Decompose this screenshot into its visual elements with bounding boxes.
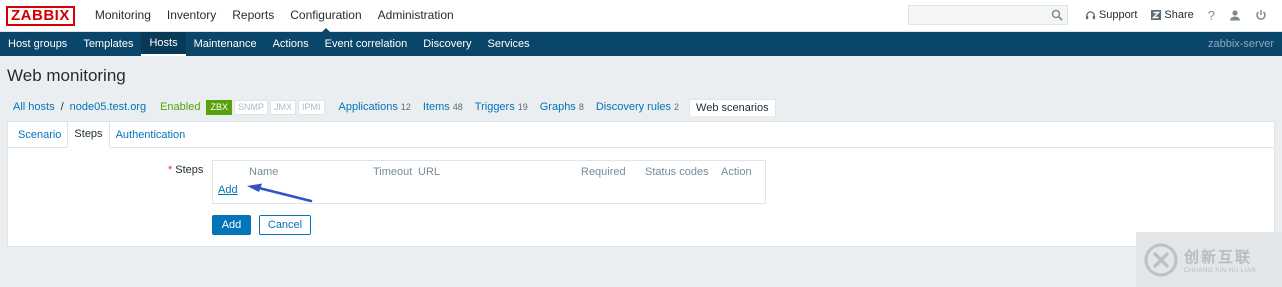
submenu-event-correlation[interactable]: Event correlation <box>317 32 416 56</box>
tab-authentication[interactable]: Authentication <box>110 123 192 147</box>
help-icon[interactable]: ? <box>1208 8 1215 23</box>
watermark-brand: 创新互联 <box>1184 248 1253 266</box>
menu-monitoring[interactable]: Monitoring <box>87 0 159 32</box>
main-menu: Monitoring Inventory Reports Configurati… <box>87 0 462 33</box>
items-count: 48 <box>452 102 463 112</box>
user-icon <box>1230 10 1240 21</box>
badge-jmx: JMX <box>270 99 296 115</box>
host-navigation: All hosts / node05.test.org Enabled ZBX … <box>7 98 776 116</box>
host-status[interactable]: Enabled <box>152 101 206 113</box>
host-link[interactable]: node05.test.org <box>64 101 152 113</box>
support-link[interactable]: Support <box>1085 9 1138 21</box>
triggers-link[interactable]: Triggers 19 <box>469 101 534 113</box>
power-icon <box>1256 10 1266 20</box>
items-label: Items <box>422 101 450 113</box>
steps-field-label: * Steps <box>168 164 203 176</box>
badge-zbx: ZBX <box>206 99 232 115</box>
submenu-actions[interactable]: Actions <box>265 32 317 56</box>
add-step-link[interactable]: Add <box>218 184 238 196</box>
column-action: Action <box>721 166 752 178</box>
page-title: Web monitoring <box>7 66 126 85</box>
annotation-arrow-icon <box>247 183 313 203</box>
triggers-label: Triggers <box>474 101 515 113</box>
submenu-templates[interactable]: Templates <box>75 32 141 56</box>
badge-ipmi: IPMI <box>298 99 325 115</box>
submenu-services[interactable]: Services <box>480 32 538 56</box>
share-link[interactable]: Share <box>1151 9 1194 21</box>
items-link[interactable]: Items 48 <box>417 101 469 113</box>
share-label: Share <box>1164 9 1194 21</box>
watermark: 创新互联 CHUANG XIN HU LIAN <box>1136 232 1282 287</box>
user-profile-icon[interactable] <box>1229 9 1241 21</box>
watermark-text: 创新互联 CHUANG XIN HU LIAN <box>1184 246 1256 274</box>
badge-snmp: SNMP <box>233 99 268 115</box>
top-bar: ZABBIX Monitoring Inventory Reports Conf… <box>0 0 1282 33</box>
graphs-link[interactable]: Graphs 8 <box>534 101 590 113</box>
all-hosts-link[interactable]: All hosts <box>7 101 61 113</box>
add-button[interactable]: Add <box>212 215 251 235</box>
menu-configuration[interactable]: Configuration <box>282 0 369 33</box>
menu-reports[interactable]: Reports <box>224 0 282 32</box>
submenu-discovery[interactable]: Discovery <box>415 32 479 56</box>
search-input[interactable] <box>908 6 1067 24</box>
cancel-button[interactable]: Cancel <box>259 215 311 235</box>
submenu-host-groups[interactable]: Host groups <box>0 32 75 56</box>
column-timeout: Timeout <box>373 166 413 178</box>
graphs-label: Graphs <box>539 101 576 113</box>
column-url: URL <box>418 166 441 178</box>
form-tabs: Scenario Steps Authentication <box>8 121 1274 148</box>
support-label: Support <box>1098 9 1138 21</box>
availability-badges: ZBX SNMP JMX IPMI <box>206 99 326 115</box>
watermark-logo-icon <box>1144 243 1178 276</box>
menu-inventory[interactable]: Inventory <box>159 0 224 32</box>
tab-steps[interactable]: Steps <box>67 121 110 148</box>
top-right-tools: Support Share ? <box>907 4 1274 26</box>
server-name: zabbix-server <box>1207 38 1274 50</box>
applications-label: Applications <box>338 101 398 113</box>
submenu-hosts[interactable]: Hosts <box>141 32 186 56</box>
applications-link[interactable]: Applications 12 <box>333 101 417 113</box>
sign-out-icon[interactable] <box>1255 9 1267 21</box>
column-name: Name <box>249 166 279 178</box>
watermark-pinyin: CHUANG XIN HU LIAN <box>1184 267 1257 274</box>
required-asterisk: * <box>168 164 173 176</box>
discovery-rules-label: Discovery rules <box>595 101 672 113</box>
zabbix-logo[interactable]: ZABBIX <box>6 5 75 26</box>
share-z-icon <box>1151 10 1162 20</box>
search-icon[interactable] <box>1051 9 1063 21</box>
discovery-rules-count: 2 <box>674 102 680 112</box>
column-status-codes: Status codes <box>645 166 709 178</box>
graphs-count: 8 <box>578 102 584 112</box>
search-box <box>907 5 1068 25</box>
web-scenarios-current[interactable]: Web scenarios <box>689 98 776 116</box>
menu-administration[interactable]: Administration <box>370 0 462 32</box>
form-panel: Scenario Steps Authentication * Steps Nam… <box>7 121 1275 247</box>
applications-count: 12 <box>400 102 411 112</box>
column-required: Required <box>581 166 626 178</box>
tab-scenario[interactable]: Scenario <box>12 123 67 147</box>
headset-icon <box>1085 10 1095 19</box>
discovery-rules-link[interactable]: Discovery rules 2 <box>590 101 685 113</box>
submenu-maintenance[interactable]: Maintenance <box>186 32 265 56</box>
triggers-count: 19 <box>517 102 528 112</box>
sub-menu: Host groups Templates Hosts Maintenance … <box>0 32 1282 56</box>
steps-label-text: Steps <box>175 164 204 176</box>
